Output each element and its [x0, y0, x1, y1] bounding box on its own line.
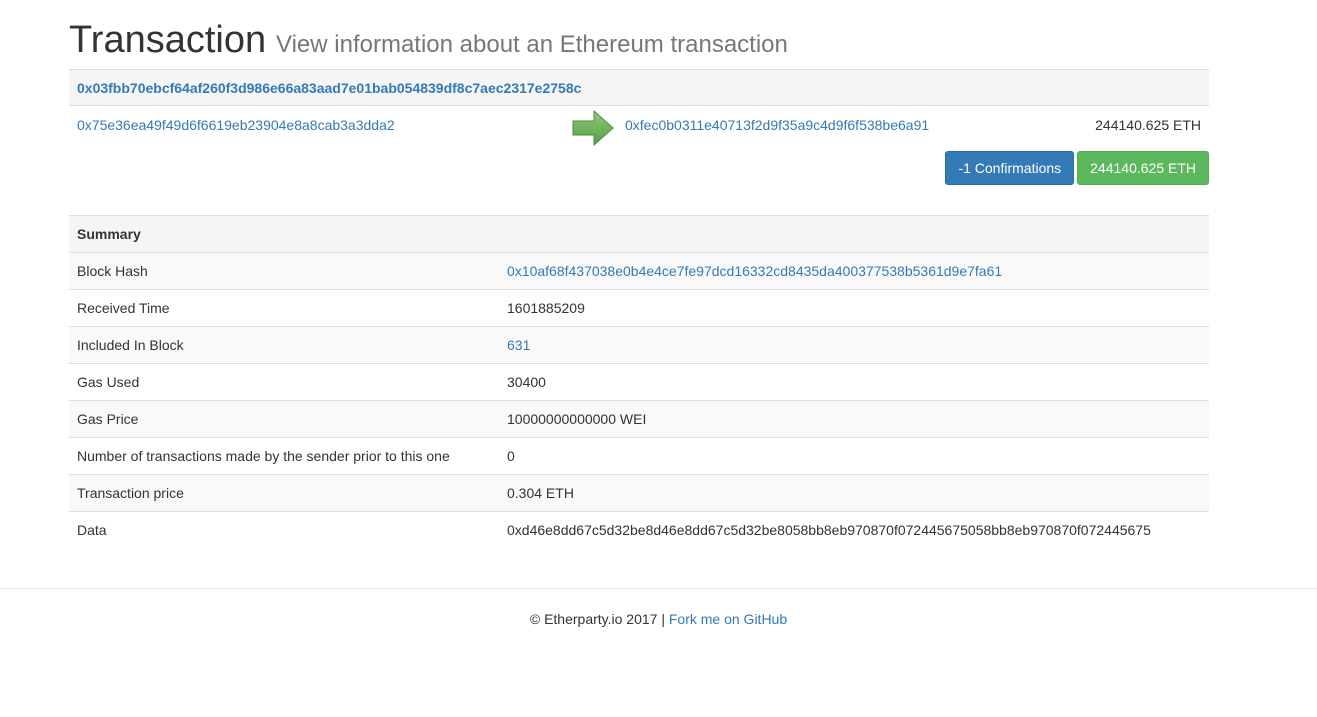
- row-label: Data: [77, 522, 107, 538]
- github-link[interactable]: Fork me on GitHub: [669, 611, 787, 627]
- row-label: Received Time: [77, 300, 170, 316]
- row-label: Gas Used: [77, 374, 140, 390]
- arrow-right-icon: [572, 110, 614, 146]
- row-label: Gas Price: [77, 411, 139, 427]
- row-label: Included In Block: [77, 337, 184, 353]
- block-hash-link[interactable]: 0x10af68f437038e0b4e4ce7fe97dcd16332cd84…: [507, 263, 1002, 279]
- transaction-flow-row: 0x75e36ea49f49d6f6619eb23904e8a8cab3a3dd…: [69, 106, 1209, 146]
- row-value: 0xd46e8dd67c5d32be8d46e8dd67c5d32be8058b…: [507, 522, 1151, 538]
- page-subtitle: View information about an Ethereum trans…: [276, 31, 788, 58]
- row-value: 0: [507, 448, 515, 464]
- transaction-hash-link[interactable]: 0x03fbb70ebcf64af260f3d986e66a83aad7e01b…: [77, 80, 581, 96]
- table-row: Block Hash 0x10af68f437038e0b4e4ce7fe97d…: [69, 252, 1209, 289]
- row-label: Number of transactions made by the sende…: [77, 448, 450, 464]
- table-row: Gas Used 30400: [69, 363, 1209, 400]
- transaction-amount: 244140.625 ETH: [1095, 117, 1201, 133]
- row-value: 0.304 ETH: [507, 485, 574, 501]
- transaction-badges: -1 Confirmations 244140.625 ETH: [945, 151, 1209, 185]
- amount-button[interactable]: 244140.625 ETH: [1077, 151, 1209, 185]
- summary-table: Summary Block Hash 0x10af68f437038e0b4e4…: [69, 215, 1209, 548]
- row-value: 10000000000000 WEI: [507, 411, 647, 427]
- summary-heading: Summary: [77, 226, 141, 242]
- table-row: Transaction price 0.304 ETH: [69, 474, 1209, 511]
- from-address-link[interactable]: 0x75e36ea49f49d6f6619eb23904e8a8cab3a3dd…: [77, 117, 395, 133]
- row-value: 30400: [507, 374, 546, 390]
- block-number-link[interactable]: 631: [507, 337, 530, 353]
- summary-header-row: Summary: [69, 215, 1209, 252]
- row-value: 1601885209: [507, 300, 585, 316]
- row-label: Transaction price: [77, 485, 184, 501]
- page-title: Transaction: [69, 19, 267, 61]
- footer: © Etherparty.io 2017 | Fork me on GitHub: [0, 588, 1317, 627]
- row-label: Block Hash: [77, 263, 148, 279]
- table-row: Included In Block 631: [69, 326, 1209, 363]
- table-row: Gas Price 10000000000000 WEI: [69, 400, 1209, 437]
- table-row: Number of transactions made by the sende…: [69, 437, 1209, 474]
- transaction-hash-row: 0x03fbb70ebcf64af260f3d986e66a83aad7e01b…: [69, 69, 1209, 106]
- copyright-text: © Etherparty.io 2017 |: [529, 611, 669, 627]
- transaction-panel: 0x03fbb70ebcf64af260f3d986e66a83aad7e01b…: [69, 69, 1209, 185]
- confirmations-button[interactable]: -1 Confirmations: [945, 151, 1075, 185]
- page-header: Transaction View information about an Et…: [69, 18, 788, 62]
- table-row: Received Time 1601885209: [69, 289, 1209, 326]
- table-row: Data 0xd46e8dd67c5d32be8d46e8dd67c5d32be…: [69, 511, 1209, 548]
- to-address-link[interactable]: 0xfec0b0311e40713f2d9f35a9c4d9f6f538be6a…: [625, 117, 929, 133]
